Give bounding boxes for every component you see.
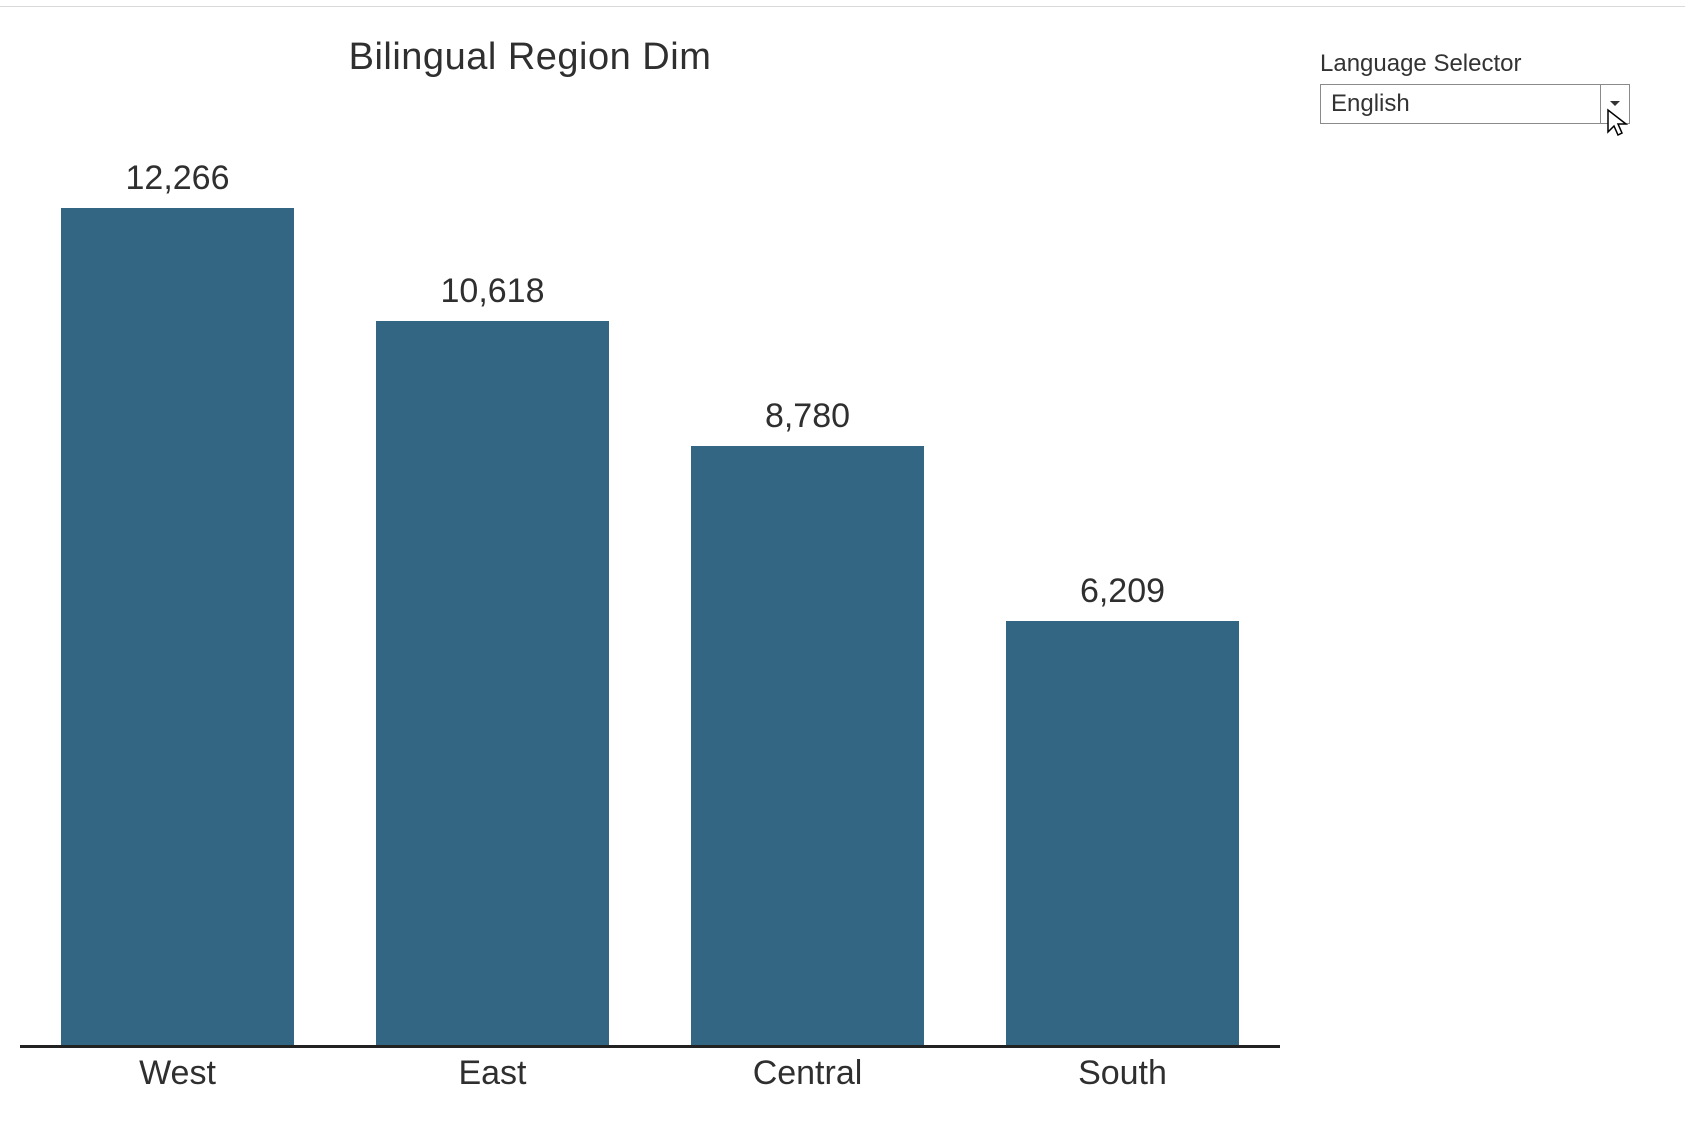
- language-selector-dropdown[interactable]: English: [1320, 84, 1630, 124]
- category-label: South: [965, 1048, 1280, 1098]
- bar-value-label: 6,209: [1080, 572, 1165, 611]
- dashboard-stage: Bilingual Region Dim Language Selector E…: [0, 8, 1685, 1128]
- bar[interactable]: [1006, 621, 1239, 1045]
- language-selector-value: English: [1321, 85, 1600, 123]
- bar-chart: 12,266 10,618 8,780 6,209 WestEastCentralSo…: [20, 98, 1280, 1098]
- bar-slot: 12,266: [20, 159, 335, 1045]
- bars-row: 12,266 10,618 8,780 6,209: [20, 98, 1280, 1045]
- bar-slot: 8,780: [650, 397, 965, 1045]
- language-selector-label: Language Selector: [1320, 50, 1630, 78]
- category-label: West: [20, 1048, 335, 1098]
- category-label: East: [335, 1048, 650, 1098]
- bar[interactable]: [61, 208, 294, 1045]
- bar[interactable]: [376, 321, 609, 1045]
- chart-title: Bilingual Region Dim: [0, 36, 1060, 79]
- top-divider: [0, 6, 1685, 7]
- chevron-down-icon[interactable]: [1600, 85, 1629, 123]
- bar-slot: 10,618: [335, 272, 650, 1045]
- bar-slot: 6,209: [965, 572, 1280, 1045]
- bar-value-label: 8,780: [765, 397, 850, 436]
- category-axis: WestEastCentralSouth: [20, 1048, 1280, 1098]
- bar-value-label: 12,266: [126, 159, 230, 198]
- category-label: Central: [650, 1048, 965, 1098]
- bar-value-label: 10,618: [441, 272, 545, 311]
- bar[interactable]: [691, 446, 924, 1045]
- language-selector: Language Selector English: [1320, 50, 1630, 124]
